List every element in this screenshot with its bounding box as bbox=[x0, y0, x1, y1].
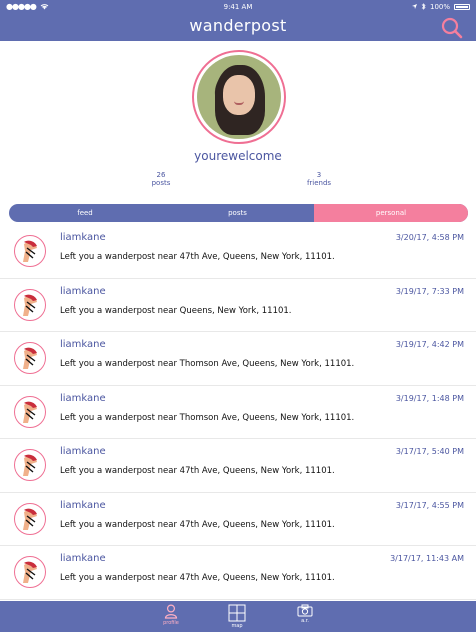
post-author-avatar bbox=[14, 288, 46, 321]
status-left: ●●●●● bbox=[6, 2, 49, 11]
tab-ar[interactable]: a.r. bbox=[290, 604, 320, 631]
tab-map[interactable]: map bbox=[222, 604, 252, 631]
post-author-avatar bbox=[14, 395, 46, 428]
tab-profile-label: profile bbox=[163, 620, 179, 626]
tab-map-label: map bbox=[231, 623, 243, 629]
location-arrow-icon bbox=[411, 4, 417, 9]
search-icon bbox=[441, 17, 463, 39]
posts-count: 26 bbox=[156, 171, 166, 179]
post-row[interactable]: liamkane 3/17/17, 11:43 AM Left you a wa… bbox=[0, 546, 476, 600]
posts-label: posts bbox=[151, 179, 171, 187]
battery-icon bbox=[454, 3, 470, 10]
post-author: liamkane bbox=[60, 339, 106, 350]
status-bar: ●●●●● 9:41 AM 100% bbox=[0, 0, 476, 13]
bird-avatar-icon bbox=[23, 401, 37, 423]
post-author: liamkane bbox=[60, 446, 106, 457]
signal-icon: ●●●●● bbox=[6, 2, 37, 11]
post-date: 3/19/17, 1:48 PM bbox=[395, 393, 464, 403]
profile-avatar[interactable] bbox=[192, 50, 286, 144]
tab-ar-label: a.r. bbox=[301, 618, 309, 624]
post-author-avatar bbox=[14, 449, 46, 481]
post-date: 3/19/17, 7:33 PM bbox=[395, 286, 464, 296]
battery-percent: 100% bbox=[429, 2, 450, 11]
map-icon bbox=[228, 604, 246, 622]
post-message: Left you a wanderpost near Thomson Ave, … bbox=[60, 359, 355, 369]
camera-icon bbox=[297, 604, 313, 617]
post-date: 3/17/17, 11:43 AM bbox=[390, 554, 464, 563]
bird-avatar-icon bbox=[23, 561, 37, 583]
post-message: Left you a wanderpost near 47th Ave, Que… bbox=[60, 573, 335, 583]
post-row[interactable]: liamkane 3/19/17, 7:33 PM Left you a wan… bbox=[0, 279, 476, 332]
app-title: wanderpost bbox=[189, 16, 287, 35]
post-author: liamkane bbox=[60, 285, 106, 297]
post-author-avatar bbox=[14, 342, 46, 374]
post-author: liamkane bbox=[60, 392, 106, 404]
status-time: 9:41 AM bbox=[223, 2, 253, 11]
nav-bar: wanderpost bbox=[0, 13, 476, 41]
wifi-icon bbox=[40, 4, 49, 10]
friends-label: friends bbox=[306, 179, 332, 187]
post-message: Left you a wanderpost near Thomson Ave, … bbox=[60, 412, 355, 423]
person-icon bbox=[164, 604, 178, 619]
bluetooth-icon bbox=[421, 3, 426, 10]
profile-photo bbox=[197, 55, 281, 139]
post-list[interactable]: liamkane 3/20/17, 4:58 PM Left you a wan… bbox=[0, 225, 476, 601]
bird-avatar-icon bbox=[23, 508, 37, 530]
post-date: 3/19/17, 4:42 PM bbox=[395, 340, 464, 349]
friends-stat[interactable]: 3 friends bbox=[301, 171, 337, 187]
post-message: Left you a wanderpost near 47th Ave, Que… bbox=[60, 519, 335, 530]
post-author: liamkane bbox=[60, 553, 106, 564]
post-message: Left you a wanderpost near Queens, New Y… bbox=[60, 305, 292, 316]
bird-avatar-icon bbox=[23, 454, 37, 476]
post-author-avatar bbox=[14, 235, 46, 267]
post-date: 3/20/17, 4:58 PM bbox=[395, 233, 464, 242]
post-date: 3/17/17, 5:40 PM bbox=[395, 447, 464, 456]
post-message: Left you a wanderpost near 47th Ave, Que… bbox=[60, 466, 335, 476]
tab-posts[interactable]: posts bbox=[161, 204, 314, 222]
profile-header: yourewelcome 26 posts 3 friends bbox=[0, 41, 476, 202]
post-author-avatar bbox=[14, 556, 46, 588]
bird-avatar-icon bbox=[23, 347, 37, 369]
tab-profile[interactable]: profile bbox=[156, 604, 186, 631]
post-message: Left you a wanderpost near 47th Ave, Que… bbox=[60, 252, 335, 262]
posts-stat[interactable]: 26 posts bbox=[145, 171, 177, 187]
search-button[interactable] bbox=[440, 16, 464, 40]
segmented-tabs: feed posts personal bbox=[9, 204, 468, 222]
profile-username: yourewelcome bbox=[194, 149, 282, 163]
post-row[interactable]: liamkane 3/20/17, 4:58 PM Left you a wan… bbox=[0, 225, 476, 279]
bird-avatar-icon bbox=[23, 240, 37, 262]
tab-personal[interactable]: personal bbox=[314, 204, 468, 222]
post-date: 3/17/17, 4:55 PM bbox=[395, 500, 464, 510]
post-row[interactable]: liamkane 3/19/17, 4:42 PM Left you a wan… bbox=[0, 332, 476, 386]
tab-feed[interactable]: feed bbox=[9, 204, 161, 222]
bottom-tab-bar: profile map a.r. bbox=[0, 601, 476, 632]
post-author: liamkane bbox=[60, 232, 106, 243]
bird-avatar-icon bbox=[23, 294, 37, 316]
post-row[interactable]: liamkane 3/17/17, 5:40 PM Left you a wan… bbox=[0, 439, 476, 493]
post-row[interactable]: liamkane 3/17/17, 4:55 PM Left you a wan… bbox=[0, 493, 476, 546]
status-right: 100% bbox=[411, 2, 470, 11]
post-author: liamkane bbox=[60, 499, 106, 511]
post-author-avatar bbox=[14, 502, 46, 535]
friends-count: 3 bbox=[316, 171, 322, 179]
post-row[interactable]: liamkane 3/19/17, 1:48 PM Left you a wan… bbox=[0, 386, 476, 439]
